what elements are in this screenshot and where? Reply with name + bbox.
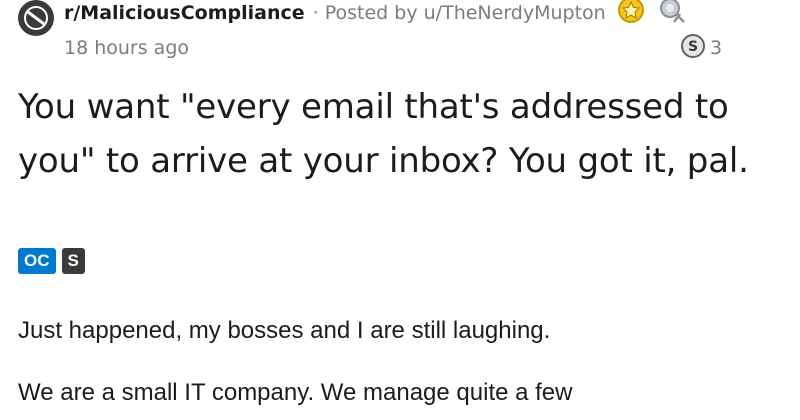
body-paragraph: Just happened, my bosses and I are still… bbox=[18, 317, 551, 344]
silver-award-icon[interactable] bbox=[656, 0, 688, 31]
post-meta: r/MaliciousCompliance · Posted by u/TheN… bbox=[18, 0, 788, 72]
post-body: Just happened, my bosses and I are still… bbox=[18, 300, 788, 420]
flair-s[interactable]: S bbox=[61, 248, 85, 274]
author-link[interactable]: u/TheNerdyMupton bbox=[424, 0, 606, 26]
svg-text:S: S bbox=[688, 39, 698, 55]
post-title[interactable]: You want "every email that's addressed t… bbox=[18, 80, 788, 188]
flair-oc[interactable]: OC bbox=[18, 248, 56, 274]
award-count: 3 bbox=[710, 37, 723, 59]
post-card: r/MaliciousCompliance · Posted by u/TheN… bbox=[0, 0, 800, 420]
award-count-group[interactable]: S 3 bbox=[680, 33, 722, 63]
subreddit-icon[interactable] bbox=[18, 0, 54, 36]
post-flairs: OC S bbox=[18, 248, 85, 274]
coin-award-icon: S bbox=[680, 33, 706, 63]
posted-by-label: · Posted by bbox=[312, 2, 418, 24]
post-timestamp: 18 hours ago bbox=[64, 37, 190, 59]
subreddit-link[interactable]: r/MaliciousCompliance bbox=[64, 0, 305, 26]
post-meta-line: r/MaliciousCompliance · Posted by u/TheN… bbox=[64, 0, 688, 26]
gold-award-icon[interactable] bbox=[616, 0, 646, 31]
body-paragraph: We are a small IT company. We manage qui… bbox=[18, 379, 573, 406]
